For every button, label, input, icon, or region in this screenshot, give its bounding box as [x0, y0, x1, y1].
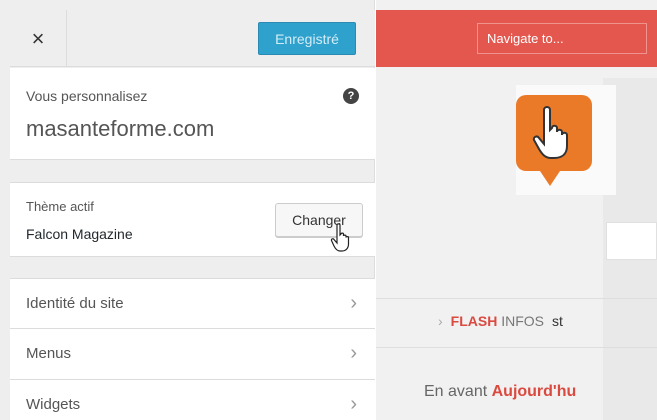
close-button[interactable]: × [10, 10, 67, 67]
customizing-info: Vous personnalisez masanteforme.com ? [10, 68, 375, 160]
chevron-right-icon: › [350, 393, 357, 415]
divider [376, 298, 657, 299]
hand-cursor-icon [330, 223, 350, 252]
flash-label: FLASH [450, 313, 498, 329]
menu-item-label: Menus [26, 345, 72, 362]
flash-arrow-icon: › [438, 313, 443, 329]
menu-item-widgets[interactable]: Widgets › [10, 380, 375, 420]
help-icon[interactable]: ? [343, 88, 359, 104]
active-theme-label: Thème actif [26, 199, 94, 214]
site-logo-tail [538, 168, 562, 186]
customizer-panel: × Enregistré Vous personnalisez masantef… [0, 0, 375, 420]
menu-item-label: Widgets [26, 396, 81, 413]
customizer-header: × Enregistré [10, 10, 375, 67]
customizer-menu: Identité du site › Menus › Widgets › [10, 278, 375, 420]
save-button[interactable]: Enregistré [258, 22, 356, 55]
menu-item-site-identity[interactable]: Identité du site › [10, 278, 375, 329]
site-preview: Navigate to... › FLASH INFOS st En avant A… [376, 0, 657, 420]
divider [376, 347, 657, 348]
featured-today-label: Aujourd'hu [491, 383, 577, 400]
navigate-select[interactable]: Navigate to... [477, 23, 647, 54]
ticker-text[interactable]: st [552, 313, 563, 329]
infos-label: INFOS [501, 313, 545, 329]
site-nav-bar: Navigate to... [376, 10, 657, 67]
chevron-right-icon: › [350, 342, 357, 364]
active-theme-name: Falcon Magazine [26, 226, 133, 242]
flash-infos-ticker: › FLASH INFOS st [438, 313, 563, 329]
menu-item-menus[interactable]: Menus › [10, 329, 375, 380]
site-name: masanteforme.com [26, 116, 215, 141]
hand-logo-icon [532, 106, 568, 159]
menu-item-label: Identité du site [26, 295, 124, 312]
active-theme-section: Thème actif Falcon Magazine Changer [10, 182, 375, 257]
featured-heading: En avant Aujourd'hu [424, 383, 576, 401]
search-box[interactable] [606, 222, 657, 260]
close-icon: × [31, 25, 45, 51]
customizing-label: Vous personnalisez [26, 88, 148, 104]
chevron-right-icon: › [350, 292, 357, 314]
featured-label: En avant [424, 383, 488, 400]
